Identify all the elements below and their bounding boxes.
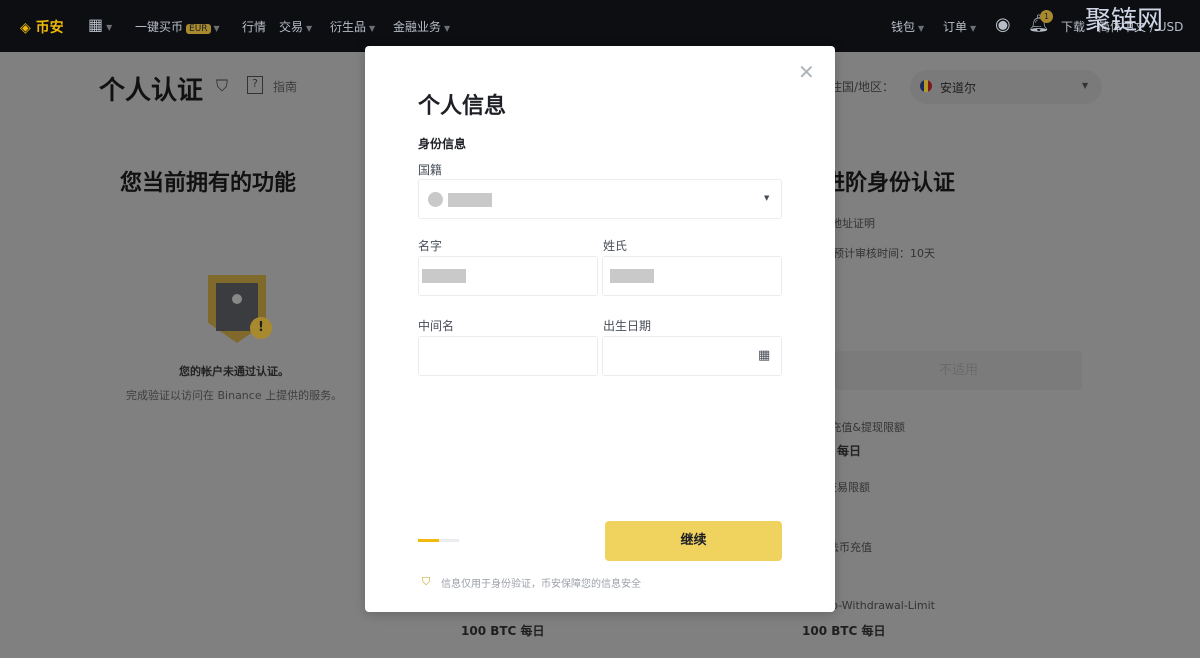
dob-label: 出生日期 (603, 319, 652, 333)
unverified-desc: 完成验证以访问在 Binance 上提供的服务。 (126, 389, 343, 402)
user-icon[interactable]: ◉ (995, 14, 1011, 35)
progress-fill (418, 539, 439, 542)
logo-text: 币安 (35, 20, 64, 36)
flag-icon (920, 80, 932, 92)
limit1-value: 每日 (837, 444, 862, 458)
middle-name-label: 中间名 (418, 319, 455, 333)
nav-orders[interactable]: 订单 ▼ (943, 18, 976, 35)
limit3-label: 法币充值 (835, 541, 872, 554)
progress-bar (418, 539, 459, 542)
shield-icon: ⛉ (216, 76, 229, 95)
personal-info-modal: ✕ 个人信息 身份信息 国籍 ▼ 名字 姓氏 中间名 出生日期 ▦ 继续 ⛉ 信… (365, 46, 835, 612)
residence-value: 安道尔 (940, 81, 977, 95)
page-title: 个人认证 (99, 76, 204, 106)
nav-download[interactable]: 下载 (1061, 18, 1085, 35)
shield-check-icon: ⛉ (422, 575, 431, 588)
nationality-select[interactable]: ▼ (418, 179, 782, 219)
unverified-text: 您的帐户未通过认证。 (179, 365, 289, 378)
last-name-input[interactable] (602, 256, 782, 296)
nav-finance[interactable]: 金融业务 ▼ (393, 18, 450, 35)
features-title: 您当前拥有的功能 (120, 171, 297, 196)
guide-link[interactable]: 指南 (273, 78, 297, 95)
limit4-label: Crypto-Withdrawal-Limit (835, 599, 935, 612)
last-name-redacted (610, 269, 654, 283)
nav-wallet[interactable]: 钱包 ▼ (891, 18, 924, 35)
middle-name-input[interactable] (418, 336, 598, 376)
notification-badge: 1 (1040, 10, 1053, 23)
limit1-label: 充值&提现限额 (835, 421, 905, 434)
right-item: 地址证明 (835, 217, 875, 230)
close-icon[interactable]: ✕ (798, 60, 815, 84)
section-title: 身份信息 (418, 137, 467, 151)
apps-grid-icon[interactable]: ▦ ▼ (88, 15, 112, 34)
nav-derivatives[interactable]: 衍生品 ▼ (330, 18, 375, 35)
nav-markets[interactable]: 行情 (242, 18, 266, 35)
chevron-down-icon: ▼ (764, 194, 770, 202)
flag-placeholder (428, 192, 443, 207)
nationality-value-redacted (448, 193, 492, 207)
limit2-label: 交易限额 (835, 481, 870, 494)
dob-input[interactable]: ▦ (602, 336, 782, 376)
privacy-notice: 信息仅用于身份验证，币安保障您的信息安全 (441, 579, 641, 590)
last-name-label: 姓氏 (603, 239, 628, 253)
not-applicable-button: 不适用 (835, 351, 1082, 390)
residence-select[interactable]: 安道尔 ▼ (910, 70, 1102, 104)
nav-buy[interactable]: 一键买币 EUR ▼ (135, 18, 220, 35)
continue-button[interactable]: 继续 (605, 521, 782, 561)
nav-trade[interactable]: 交易 ▼ (279, 18, 312, 35)
right-limit-value: 100 BTC 每日 (802, 624, 886, 638)
unverified-shield-icon: ! (200, 272, 275, 344)
modal-title: 个人信息 (418, 94, 507, 119)
review-time: 预计审核时间：10天 (835, 247, 935, 260)
bell-icon[interactable]: 🔔︎ 1 (1028, 10, 1053, 34)
currency-badge: EUR (186, 24, 211, 34)
chevron-down-icon: ▼ (1082, 81, 1089, 90)
first-name-input[interactable] (418, 256, 598, 296)
help-icon[interactable]: ? (247, 76, 263, 94)
calendar-icon[interactable]: ▦ (758, 348, 770, 363)
first-name-label: 名字 (418, 239, 443, 253)
left-limit-value: 100 BTC 每日 (461, 624, 545, 638)
watermark: 聚链网 (1085, 6, 1164, 36)
nationality-label: 国籍 (418, 163, 443, 177)
binance-logo[interactable]: ◈ 币安 (20, 17, 64, 37)
advanced-title: 进阶身份认证 (835, 171, 955, 196)
first-name-redacted (422, 269, 466, 283)
top-nav: ◈ 币安 ▦ ▼ 一键买币 EUR ▼ 行情 交易 ▼ 衍生品 ▼ 金融业务 ▼ 钱包 ▼ 订… (0, 0, 1200, 52)
